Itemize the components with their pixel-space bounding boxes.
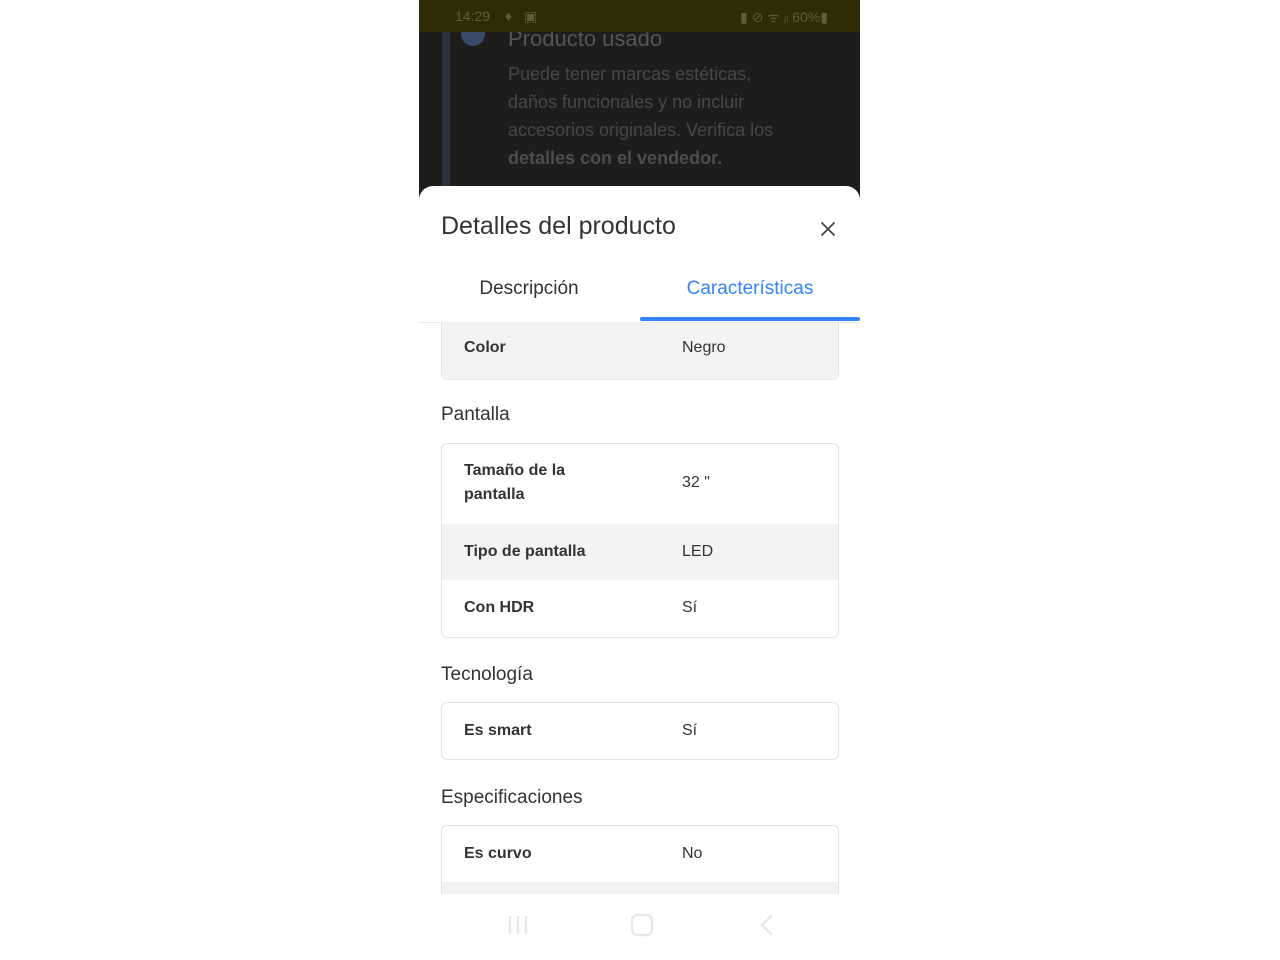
info-accent-bar [442, 32, 450, 202]
spec-label: Con HDR [464, 599, 535, 616]
close-icon [821, 222, 835, 236]
table-row: Es smart Sí [442, 703, 838, 759]
sheet-title: Detalles del producto [441, 212, 676, 240]
spec-value: LED [682, 543, 714, 560]
spec-value: No [682, 845, 703, 862]
table-row: Es curvo No [442, 826, 838, 882]
characteristics-list[interactable]: Color Negro Pantalla Tamaño de la pantal… [419, 322, 860, 894]
status-notification-icons: ♦ ▣ [505, 8, 542, 24]
home-icon[interactable] [629, 912, 655, 938]
spec-label: Tamaño de la pantalla [464, 462, 566, 503]
back-icon[interactable] [755, 912, 781, 938]
spec-value: Sí [682, 722, 698, 739]
background-text-bold: detalles con el vendedor. [508, 148, 723, 168]
navigation-bar [419, 894, 860, 960]
phone-screen: Producto usado Puede tener marcas estéti… [419, 0, 860, 960]
spec-label: Es smart [464, 722, 532, 739]
status-battery: ▮ ⊘ ᯤ ᵢₗ 60%▮ [739, 9, 828, 25]
spec-table-general: Color Negro [441, 322, 839, 380]
spec-value: Sí [682, 599, 698, 616]
product-details-sheet: Detalles del producto Descripción Caract… [419, 186, 860, 960]
active-tab-indicator [640, 317, 860, 321]
background-text-body: Puede tener marcas estéticas, daños func… [508, 64, 774, 140]
tab-descripcion[interactable]: Descripción [419, 256, 639, 322]
table-row [442, 882, 838, 894]
status-time: 14:29 [455, 8, 491, 24]
spec-value: 32 " [682, 474, 710, 491]
tab-caracteristicas[interactable]: Características [640, 256, 860, 322]
background-text: Puede tener marcas estéticas, daños func… [508, 60, 798, 172]
group-title-pantalla: Pantalla [441, 404, 510, 425]
recent-apps-icon[interactable] [505, 912, 531, 938]
spec-label: Tipo de pantalla [464, 543, 586, 560]
close-button[interactable] [815, 216, 841, 242]
tab-bar: Descripción Características [419, 256, 860, 323]
table-row: Tamaño de la pantalla 32 " [442, 444, 838, 524]
group-title-tecnologia: Tecnología [441, 664, 533, 685]
table-row: Color Negro [442, 322, 838, 379]
spec-value: Negro [682, 339, 726, 356]
table-row: Con HDR Sí [442, 580, 838, 636]
spec-table-especificaciones: Es curvo No [441, 825, 839, 894]
spec-label: Color [464, 339, 506, 356]
spec-label: Es curvo [464, 845, 532, 862]
group-title-especificaciones: Especificaciones [441, 787, 583, 808]
status-bar: 14:29 ♦ ▣ ▮ ⊘ ᯤ ᵢₗ 60%▮ [419, 0, 860, 32]
table-row: Tipo de pantalla LED [442, 524, 838, 580]
spec-table-pantalla: Tamaño de la pantalla 32 " Tipo de panta… [441, 443, 839, 638]
spec-table-tecnologia: Es smart Sí [441, 702, 839, 760]
